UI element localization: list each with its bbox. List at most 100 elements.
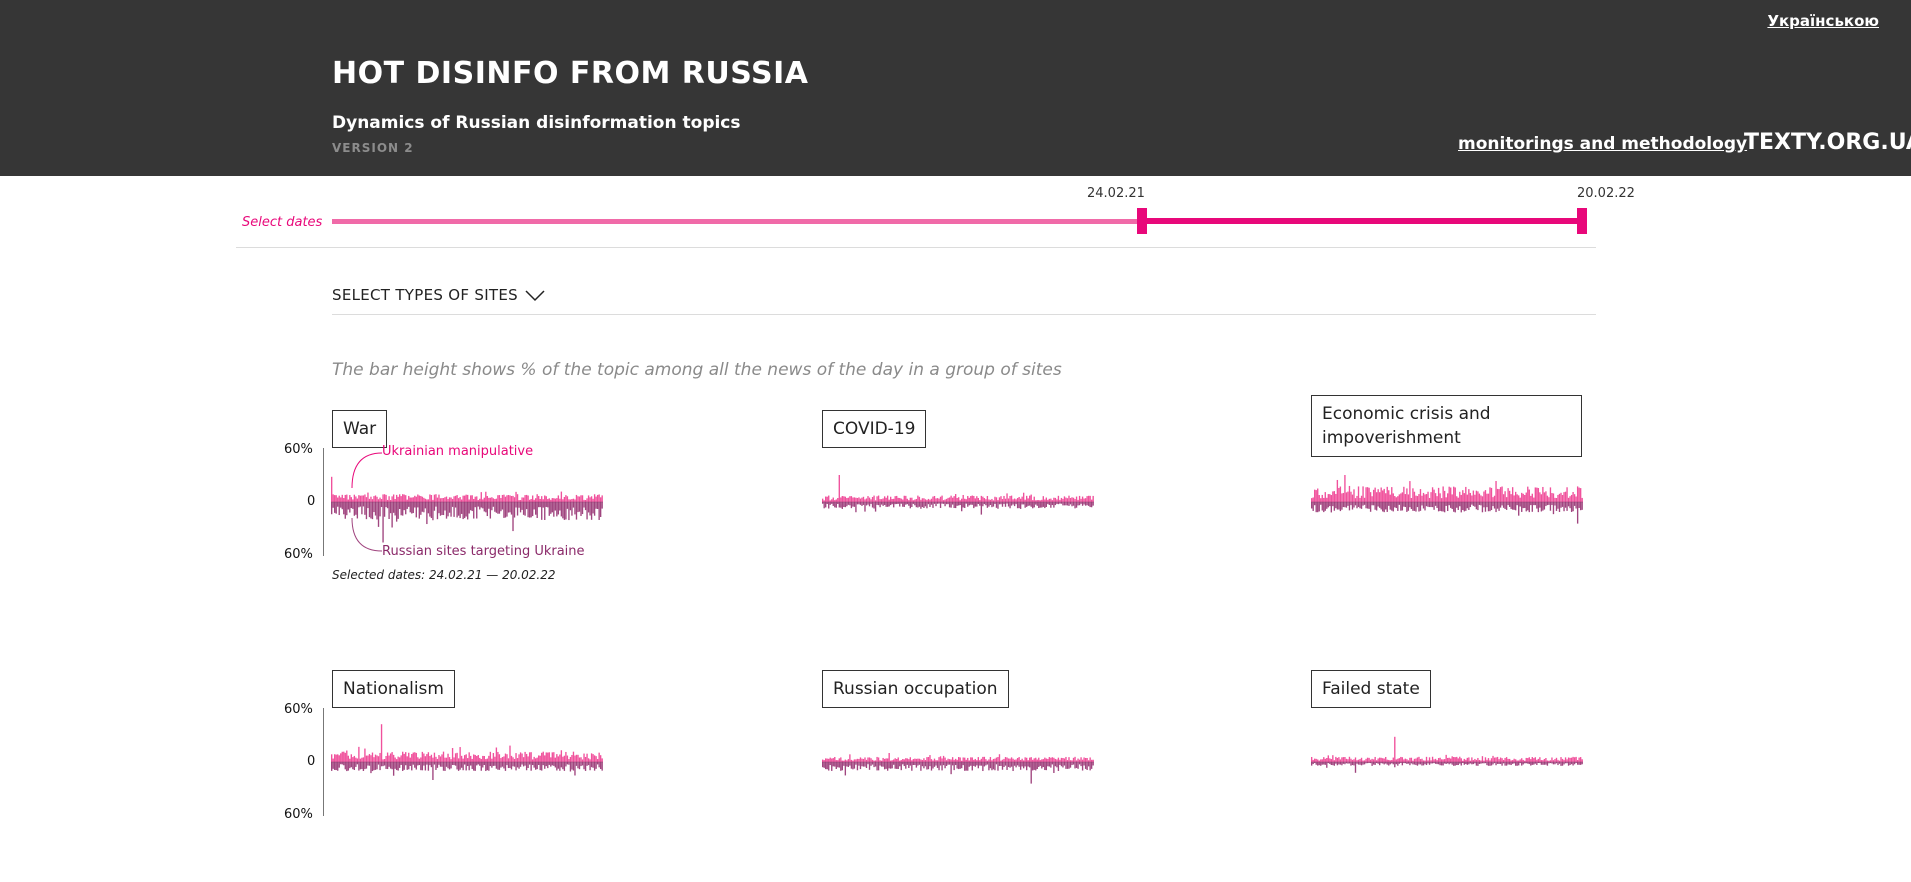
bar (1536, 502, 1538, 509)
bar (1318, 495, 1320, 502)
end-date-label: 20.02.22 (1577, 186, 1635, 201)
bar (1567, 762, 1570, 766)
bar (411, 502, 413, 514)
bar (1379, 502, 1381, 508)
bar (394, 502, 396, 516)
topic-title-nationalism[interactable]: Nationalism (332, 670, 455, 708)
bar (531, 502, 534, 517)
bar (1385, 502, 1387, 510)
start-date-handle[interactable] (1137, 208, 1147, 234)
bar (468, 762, 470, 771)
bar (893, 762, 895, 765)
y-axis-bottom-label: 60% (284, 807, 313, 822)
bar (1513, 758, 1515, 762)
topic-title-covid[interactable]: COVID-19 (822, 410, 927, 448)
bar (1018, 757, 1020, 762)
brand-logo-link[interactable]: TEXTY.ORG.UA (1744, 130, 1911, 155)
bar (513, 762, 516, 767)
bar (392, 754, 395, 762)
bar (1493, 757, 1496, 762)
language-switch-link[interactable]: Українською (1767, 12, 1879, 30)
bar (516, 762, 519, 768)
bar (488, 755, 490, 762)
bar (1422, 492, 1425, 502)
bar (1490, 758, 1493, 762)
bar (538, 755, 540, 762)
bar (1362, 762, 1364, 765)
topic-title-war[interactable]: War (332, 410, 388, 448)
bar (958, 757, 960, 762)
bar (844, 759, 847, 762)
bar (1062, 498, 1064, 502)
bar (948, 759, 951, 762)
bar (536, 757, 538, 762)
bar (1566, 487, 1568, 502)
bar (1009, 502, 1011, 509)
bar (1463, 762, 1465, 765)
bar (976, 762, 978, 766)
bar (1515, 502, 1517, 511)
date-range-track[interactable] (332, 219, 1142, 224)
bar (1087, 762, 1090, 767)
bar (1505, 497, 1508, 502)
methodology-link[interactable]: monitorings and methodology (1458, 134, 1747, 154)
topic-title-failed-state[interactable]: Failed state (1311, 670, 1431, 708)
bar (583, 499, 585, 502)
bar (509, 495, 511, 502)
bar (1424, 762, 1426, 765)
bar (1463, 493, 1465, 502)
bar (408, 752, 410, 762)
bar (525, 762, 528, 771)
bar (1433, 502, 1435, 510)
topic-title-russian-occupation[interactable]: Russian occupation (822, 670, 1009, 708)
bar (470, 495, 472, 502)
bar (1540, 762, 1543, 765)
bar (418, 502, 420, 519)
bar (1056, 499, 1058, 502)
bar (1369, 759, 1372, 762)
bar (353, 762, 356, 771)
bar (900, 762, 902, 771)
bar (864, 499, 866, 502)
bar (856, 497, 859, 502)
bar (457, 498, 460, 502)
bar (1554, 762, 1556, 765)
bar (959, 502, 961, 506)
bar (1348, 485, 1351, 502)
bar (1321, 762, 1323, 765)
bar (403, 494, 405, 502)
bar (394, 499, 396, 502)
bar (488, 502, 490, 509)
bar (1065, 502, 1067, 506)
chart-note: The bar height shows % of the topic amon… (332, 360, 1062, 380)
bar (1385, 493, 1387, 502)
bar (480, 762, 482, 771)
site-types-dropdown[interactable]: SELECT TYPES OF SITES (332, 286, 545, 304)
bar (1560, 762, 1562, 766)
bar (557, 502, 560, 515)
bar (370, 755, 372, 762)
bar (506, 762, 508, 766)
bar (513, 758, 516, 762)
bar (448, 757, 451, 762)
bar (1569, 757, 1571, 762)
bar (930, 759, 933, 762)
bar (1018, 497, 1020, 502)
bar (1368, 487, 1370, 502)
bar (545, 502, 547, 507)
bar (1493, 495, 1496, 502)
bar (482, 502, 484, 509)
bar (1348, 502, 1351, 511)
bar (1409, 757, 1411, 762)
end-date-handle[interactable] (1577, 208, 1587, 234)
bar (1026, 502, 1028, 507)
date-range-selected[interactable] (1142, 218, 1582, 224)
bar (1472, 762, 1475, 765)
bar (1428, 497, 1431, 502)
bar (1019, 498, 1022, 502)
bar (983, 762, 986, 767)
bar (837, 498, 839, 502)
bar (1016, 762, 1019, 766)
bar (1033, 496, 1035, 502)
bar (1566, 759, 1568, 762)
